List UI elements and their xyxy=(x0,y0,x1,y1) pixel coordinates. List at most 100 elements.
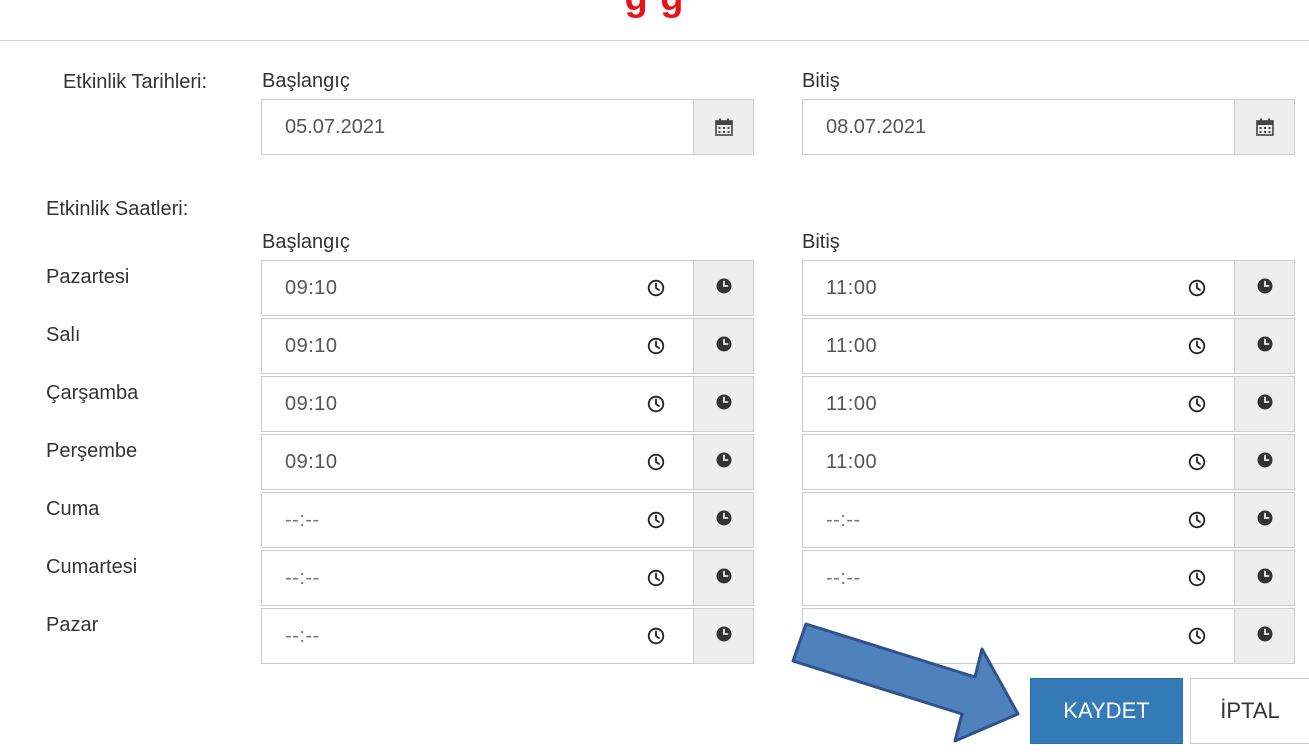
calendar-icon xyxy=(714,118,733,136)
clock-filled-icon xyxy=(1256,393,1274,416)
time-end-input[interactable]: 11:00 xyxy=(802,318,1234,374)
date-start-input[interactable]: 05.07.2021 xyxy=(261,99,693,155)
date-end-label: Bitiş xyxy=(802,70,840,92)
time-end-group: 11:00 xyxy=(802,318,1295,374)
time-end-input[interactable]: --:-- xyxy=(802,550,1234,606)
time-start-value: --:-- xyxy=(285,566,320,589)
time-start-value: 09:10 xyxy=(285,450,338,473)
date-start-calendar-button[interactable] xyxy=(693,99,754,155)
time-end-value: 11:00 xyxy=(826,392,878,415)
clock-icon[interactable] xyxy=(647,279,665,297)
date-end-input[interactable]: 08.07.2021 xyxy=(802,99,1234,155)
time-start-input[interactable]: 09:10 xyxy=(261,376,693,432)
time-start-value: --:-- xyxy=(285,508,320,531)
time-end-group: --:-- xyxy=(802,550,1295,606)
clock-filled-icon xyxy=(715,277,733,300)
clock-icon[interactable] xyxy=(647,511,665,529)
time-start-group: 09:10 xyxy=(261,434,754,490)
time-start-picker-button[interactable] xyxy=(693,260,754,316)
time-end-input[interactable] xyxy=(802,608,1234,664)
time-end-group xyxy=(802,608,1295,664)
day-label: Perşembe xyxy=(46,440,138,462)
clock-icon[interactable] xyxy=(1188,511,1206,529)
clock-filled-icon xyxy=(1256,277,1274,300)
clock-icon[interactable] xyxy=(647,627,665,645)
time-end-picker-button[interactable] xyxy=(1234,434,1295,490)
time-end-value: 11:00 xyxy=(826,450,878,473)
day-label: Salı xyxy=(46,324,81,346)
clock-filled-icon xyxy=(715,393,733,416)
clock-icon[interactable] xyxy=(647,569,665,587)
time-end-value: 11:00 xyxy=(826,276,878,299)
time-start-group: 09:10 xyxy=(261,376,754,432)
day-label: Cuma xyxy=(46,498,100,520)
time-end-picker-button[interactable] xyxy=(1234,550,1295,606)
day-label: Pazartesi xyxy=(46,266,130,288)
time-end-group: 11:00 xyxy=(802,434,1295,490)
time-end-picker-button[interactable] xyxy=(1234,492,1295,548)
dates-label: Etkinlik Tarihleri: xyxy=(62,71,208,93)
clock-filled-icon xyxy=(1256,509,1274,532)
page-header: g g xyxy=(0,0,1309,41)
cancel-button[interactable]: İPTAL xyxy=(1190,678,1309,744)
hours-label: Etkinlik Saatleri: xyxy=(46,198,189,220)
time-start-picker-button[interactable] xyxy=(693,434,754,490)
time-start-value: --:-- xyxy=(285,624,320,647)
date-start-group: 05.07.2021 xyxy=(261,99,754,155)
clock-filled-icon xyxy=(715,509,733,532)
time-end-picker-button[interactable] xyxy=(1234,318,1295,374)
time-start-group: 09:10 xyxy=(261,260,754,316)
time-end-value: --:-- xyxy=(826,508,861,531)
time-start-value: 09:10 xyxy=(285,334,338,357)
calendar-icon xyxy=(1255,118,1274,136)
time-start-input[interactable]: 09:10 xyxy=(261,260,693,316)
time-start-input[interactable]: --:-- xyxy=(261,608,693,664)
clock-filled-icon xyxy=(715,335,733,358)
clock-icon[interactable] xyxy=(1188,279,1206,297)
hours-end-label: Bitiş xyxy=(802,231,840,253)
day-label: Pazar xyxy=(46,614,99,636)
clock-filled-icon xyxy=(715,451,733,474)
clock-filled-icon xyxy=(715,625,733,648)
time-end-group: 11:00 xyxy=(802,376,1295,432)
time-end-input[interactable]: 11:00 xyxy=(802,260,1234,316)
time-start-picker-button[interactable] xyxy=(693,550,754,606)
clock-icon[interactable] xyxy=(1188,337,1206,355)
time-end-input[interactable]: 11:00 xyxy=(802,376,1234,432)
clock-filled-icon xyxy=(1256,567,1274,590)
time-start-input[interactable]: --:-- xyxy=(261,550,693,606)
day-label: Çarşamba xyxy=(46,382,139,404)
time-start-picker-button[interactable] xyxy=(693,318,754,374)
clock-icon[interactable] xyxy=(647,395,665,413)
time-end-picker-button[interactable] xyxy=(1234,260,1295,316)
time-end-picker-button[interactable] xyxy=(1234,608,1295,664)
time-end-group: 11:00 xyxy=(802,260,1295,316)
clock-filled-icon xyxy=(1256,335,1274,358)
clock-icon[interactable] xyxy=(1188,627,1206,645)
time-start-group: --:-- xyxy=(261,492,754,548)
save-button[interactable]: KAYDET xyxy=(1030,678,1183,744)
time-end-input[interactable]: 11:00 xyxy=(802,434,1234,490)
clock-filled-icon xyxy=(1256,625,1274,648)
time-start-picker-button[interactable] xyxy=(693,492,754,548)
clock-icon[interactable] xyxy=(1188,395,1206,413)
clock-icon[interactable] xyxy=(647,337,665,355)
time-start-picker-button[interactable] xyxy=(693,376,754,432)
clock-filled-icon xyxy=(1256,451,1274,474)
page-title-partial: g g xyxy=(0,0,1309,19)
time-end-group: --:-- xyxy=(802,492,1295,548)
time-start-input[interactable]: --:-- xyxy=(261,492,693,548)
time-start-group: --:-- xyxy=(261,550,754,606)
clock-icon[interactable] xyxy=(647,453,665,471)
clock-icon[interactable] xyxy=(1188,453,1206,471)
hours-start-label: Başlangıç xyxy=(262,231,350,253)
time-start-input[interactable]: 09:10 xyxy=(261,318,693,374)
time-start-picker-button[interactable] xyxy=(693,608,754,664)
time-end-input[interactable]: --:-- xyxy=(802,492,1234,548)
date-end-calendar-button[interactable] xyxy=(1234,99,1295,155)
clock-filled-icon xyxy=(715,567,733,590)
clock-icon[interactable] xyxy=(1188,569,1206,587)
time-end-picker-button[interactable] xyxy=(1234,376,1295,432)
time-start-input[interactable]: 09:10 xyxy=(261,434,693,490)
time-start-group: 09:10 xyxy=(261,318,754,374)
